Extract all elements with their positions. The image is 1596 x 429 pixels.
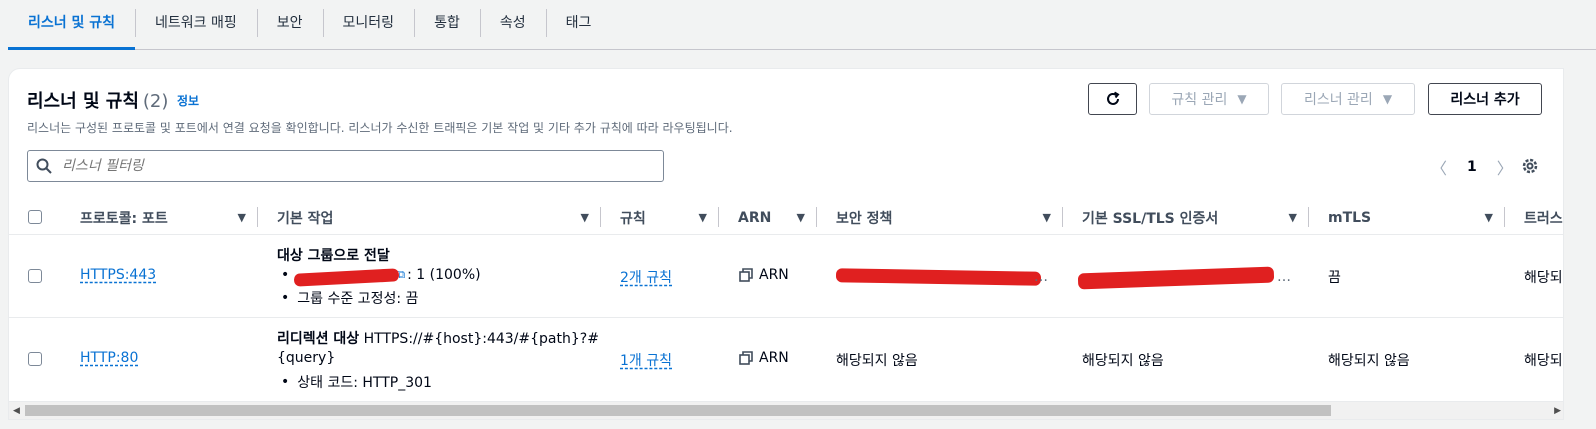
certificate-ellipsis: …	[1277, 269, 1291, 285]
section-title: 리스너 및 규칙	[27, 91, 139, 112]
scrollbar-thumb[interactable]	[25, 405, 1331, 416]
trust-store-value: 해당되	[1524, 270, 1563, 286]
mtls-value: 해당되지 않음	[1328, 353, 1410, 369]
copy-icon	[739, 268, 753, 282]
listener-protocol-link[interactable]: HTTPS:443	[80, 267, 156, 283]
action-detail: 상태 코드: HTTP_301	[281, 372, 432, 392]
caret-down-icon: ▼	[1237, 92, 1247, 106]
tab-listeners-and-rules[interactable]: 리스너 및 규칙	[8, 0, 136, 50]
status-code-text: 상태 코드: HTTP_301	[297, 375, 432, 391]
security-policy-ellipsis: …	[1034, 269, 1048, 285]
rules-link[interactable]: 1개 규칙	[620, 350, 672, 370]
tab-integrations[interactable]: 통합	[414, 0, 480, 44]
column-label: 트러스	[1524, 210, 1563, 227]
column-label: ARN	[738, 209, 772, 226]
scroll-left-arrow[interactable]: ◀	[13, 406, 20, 416]
add-listener-button[interactable]: 리스너 추가	[1428, 83, 1542, 115]
mtls-value: 끔	[1328, 270, 1341, 286]
listeners-panel: 리스너 및 규칙 (2) 정보 리스너는 구성된 프로토콜 및 포트에서 연결 요…	[8, 68, 1564, 420]
redaction-mark	[835, 268, 1042, 286]
arn-label: ARN	[759, 350, 789, 366]
action-title: 대상 그룹으로 전달	[277, 248, 390, 264]
chevron-right-icon[interactable]: 〉	[1497, 155, 1513, 179]
redaction-mark	[1077, 266, 1275, 290]
tab-monitoring[interactable]: 모니터링	[322, 0, 415, 44]
column-default-action[interactable]: 기본 작업 ▼	[258, 200, 601, 235]
search-icon	[36, 158, 52, 174]
listener-count: (2)	[142, 91, 169, 112]
arn-copy[interactable]: ARN	[739, 267, 789, 283]
section-description: 리스너는 구성된 프로토콜 및 포트에서 연결 요청을 확인합니다. 리스너가 …	[27, 121, 733, 135]
sort-icon[interactable]: ▼	[797, 211, 805, 224]
manage-rules-label: 규칙 관리	[1171, 92, 1228, 108]
column-label: 기본 작업	[277, 210, 334, 227]
column-trust-store[interactable]: 트러스	[1505, 200, 1563, 235]
column-rules[interactable]: 규칙 ▼	[601, 200, 719, 235]
gear-icon[interactable]	[1521, 157, 1539, 175]
sort-icon[interactable]: ▼	[1043, 211, 1051, 224]
redirect-url: HTTPS://#{host}:443/#{path}?#	[363, 331, 599, 347]
refresh-button[interactable]	[1088, 83, 1137, 115]
chevron-left-icon[interactable]: 〈	[1431, 155, 1447, 179]
horizontal-scrollbar[interactable]: ◀ ▶	[9, 402, 1563, 419]
manage-listener-label: 리스너 관리	[1303, 92, 1373, 108]
rules-link[interactable]: 2개 규칙	[620, 267, 672, 287]
column-protocol-port[interactable]: 프로토콜: 포트 ▼	[61, 200, 258, 235]
table-row: HTTPS:443 대상 그룹으로 전달 ⧉: 1 (100%) 그룹 수준 고…	[9, 235, 1563, 318]
table-row: HTTP:80 리디렉션 대상 HTTPS://#{host}:443/#{pa…	[9, 318, 1563, 402]
search-field[interactable]	[27, 150, 664, 182]
page-number[interactable]: 1	[1467, 159, 1477, 175]
row-checkbox[interactable]	[28, 352, 42, 366]
tab-tags[interactable]: 태그	[545, 0, 612, 44]
column-label: 보안 정책	[836, 210, 893, 227]
action-detail: 그룹 수준 고정성: 끔	[281, 288, 418, 308]
column-label: 프로토콜: 포트	[80, 210, 168, 227]
tab-bar: 리스너 및 규칙 네트워크 매핑 보안 모니터링 통합 속성 태그	[8, 0, 1596, 50]
listener-protocol-link[interactable]: HTTP:80	[80, 350, 138, 366]
refresh-icon	[1106, 91, 1120, 105]
caret-down-icon: ▼	[1382, 92, 1393, 106]
tab-network-mapping[interactable]: 네트워크 매핑	[135, 0, 257, 44]
security-policy-value: 해당되지 않음	[836, 353, 918, 369]
sort-icon[interactable]: ▼	[1289, 211, 1297, 224]
sort-icon[interactable]: ▼	[581, 211, 589, 224]
stickiness-text: 그룹 수준 고정성: 끔	[297, 291, 419, 307]
info-link[interactable]: 정보	[177, 92, 199, 109]
target-weight: : 1 (100%)	[407, 267, 481, 283]
page-title: 리스너 및 규칙 (2)	[27, 87, 168, 113]
pagination: 〈 1 〉	[1431, 155, 1513, 179]
column-label: mTLS	[1328, 209, 1372, 226]
sort-icon[interactable]: ▼	[699, 211, 707, 224]
arn-copy[interactable]: ARN	[739, 350, 789, 366]
select-all-checkbox[interactable]	[28, 210, 42, 224]
column-ssl-certificate[interactable]: 기본 SSL/TLS 인증서 ▼	[1063, 200, 1309, 235]
column-label: 기본 SSL/TLS 인증서	[1082, 210, 1219, 227]
action-title: 리디렉션 대상	[277, 331, 360, 347]
redirect-url-continued: {query}	[277, 350, 336, 366]
sort-icon[interactable]: ▼	[1485, 211, 1493, 224]
column-mtls[interactable]: mTLS ▼	[1309, 200, 1505, 235]
trust-store-value: 해당되	[1524, 353, 1563, 369]
manage-rules-button[interactable]: 규칙 관리 ▼	[1149, 83, 1269, 115]
column-security-policy[interactable]: 보안 정책 ▼	[817, 200, 1063, 235]
scroll-right-arrow[interactable]: ▶	[1554, 406, 1561, 416]
arn-label: ARN	[759, 267, 789, 283]
tab-attributes[interactable]: 속성	[479, 0, 546, 44]
column-arn[interactable]: ARN ▼	[719, 200, 817, 235]
search-input[interactable]	[62, 158, 622, 174]
sort-icon[interactable]: ▼	[238, 211, 246, 224]
table-header: 프로토콜: 포트 ▼ 기본 작업 ▼ 규칙 ▼ ARN ▼ 보안 정책 ▼ 기본 SSL/…	[9, 200, 1563, 235]
row-checkbox[interactable]	[28, 269, 42, 283]
action-redirect-line: 리디렉션 대상 HTTPS://#{host}:443/#{path}?#	[277, 328, 599, 348]
manage-listener-button[interactable]: 리스너 관리 ▼	[1281, 83, 1415, 115]
certificate-value: 해당되지 않음	[1082, 353, 1164, 369]
column-label: 규칙	[620, 210, 646, 227]
tab-security[interactable]: 보안	[256, 0, 323, 44]
copy-icon	[739, 351, 753, 365]
